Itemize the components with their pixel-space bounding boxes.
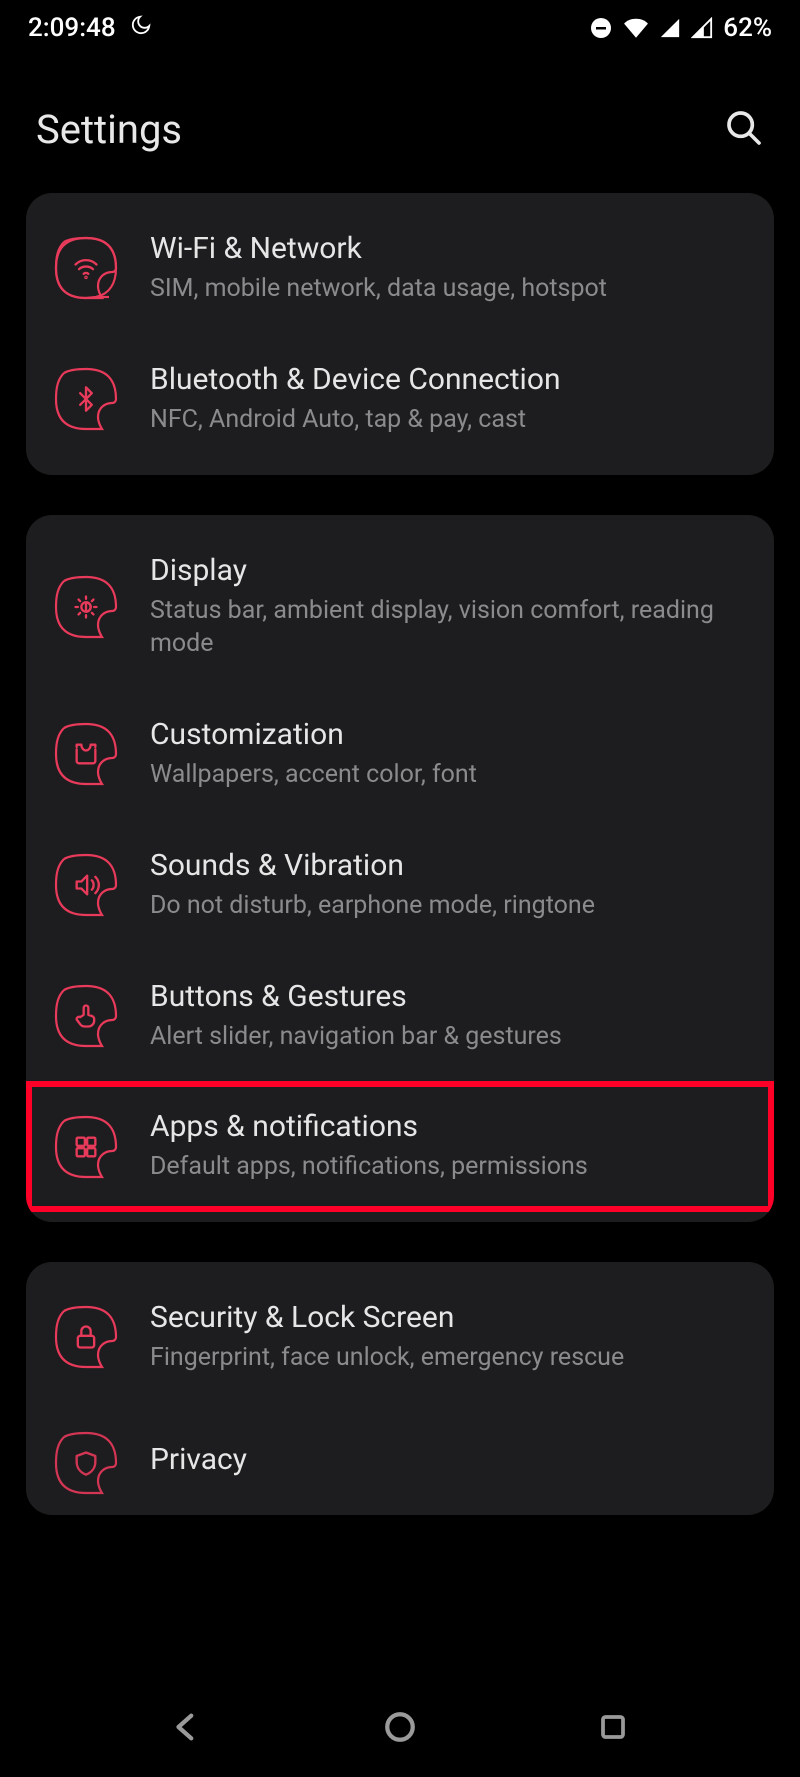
- item-title: Privacy: [150, 1442, 746, 1477]
- nav-recents-button[interactable]: [593, 1707, 633, 1747]
- settings-item-apps[interactable]: Apps & notifications Default apps, notif…: [26, 1081, 774, 1212]
- item-title: Apps & notifications: [150, 1109, 746, 1144]
- search-button[interactable]: [724, 108, 764, 152]
- settings-item-sounds[interactable]: Sounds & Vibration Do not disturb, earph…: [26, 820, 774, 951]
- header: Settings: [0, 56, 800, 193]
- display-icon: [54, 575, 118, 639]
- status-left: 2:09:48: [28, 13, 152, 43]
- signal-icon-1: [659, 17, 681, 39]
- item-subtitle: Do not disturb, earphone mode, ringtone: [150, 889, 746, 923]
- settings-item-privacy[interactable]: Privacy: [26, 1403, 774, 1505]
- settings-group-network: Wi-Fi & Network SIM, mobile network, dat…: [26, 193, 774, 475]
- nav-home-button[interactable]: [380, 1707, 420, 1747]
- settings-group-security: Security & Lock Screen Fingerprint, face…: [26, 1262, 774, 1515]
- content: Wi-Fi & Network SIM, mobile network, dat…: [0, 193, 800, 1515]
- item-subtitle: Status bar, ambient display, vision comf…: [150, 594, 746, 662]
- settings-item-bluetooth[interactable]: Bluetooth & Device Connection NFC, Andro…: [26, 334, 774, 465]
- apps-icon: [54, 1115, 118, 1179]
- wifi-icon: [54, 236, 118, 300]
- settings-item-security[interactable]: Security & Lock Screen Fingerprint, face…: [26, 1272, 774, 1403]
- settings-item-display[interactable]: Display Status bar, ambient display, vis…: [26, 525, 774, 690]
- item-subtitle: Default apps, notifications, permissions: [150, 1150, 746, 1184]
- page-title: Settings: [36, 106, 182, 153]
- gestures-icon: [54, 984, 118, 1048]
- item-title: Sounds & Vibration: [150, 848, 746, 883]
- status-time: 2:09:48: [28, 13, 116, 43]
- settings-item-customization[interactable]: Customization Wallpapers, accent color, …: [26, 689, 774, 820]
- item-title: Display: [150, 553, 746, 588]
- item-subtitle: Alert slider, navigation bar & gestures: [150, 1020, 746, 1054]
- item-title: Bluetooth & Device Connection: [150, 362, 746, 397]
- item-title: Customization: [150, 717, 746, 752]
- signal-icon-2: [691, 17, 713, 39]
- battery-text: 62%: [723, 13, 772, 43]
- item-title: Buttons & Gestures: [150, 979, 746, 1014]
- item-subtitle: Fingerprint, face unlock, emergency resc…: [150, 1341, 746, 1375]
- customization-icon: [54, 722, 118, 786]
- settings-item-gestures[interactable]: Buttons & Gestures Alert slider, navigat…: [26, 951, 774, 1082]
- settings-group-display: Display Status bar, ambient display, vis…: [26, 515, 774, 1223]
- sounds-icon: [54, 853, 118, 917]
- item-title: Wi-Fi & Network: [150, 231, 746, 266]
- navigation-bar: [0, 1677, 800, 1777]
- settings-item-wifi[interactable]: Wi-Fi & Network SIM, mobile network, dat…: [26, 203, 774, 334]
- nav-back-button[interactable]: [167, 1707, 207, 1747]
- dnd-icon: [589, 16, 613, 40]
- status-right: 62%: [589, 13, 772, 43]
- item-title: Security & Lock Screen: [150, 1300, 746, 1335]
- item-subtitle: SIM, mobile network, data usage, hotspot: [150, 272, 746, 306]
- bluetooth-icon: [54, 367, 118, 431]
- item-subtitle: NFC, Android Auto, tap & pay, cast: [150, 403, 746, 437]
- security-icon: [54, 1305, 118, 1369]
- wifi-status-icon: [623, 17, 649, 39]
- privacy-icon: [54, 1431, 118, 1495]
- status-bar: 2:09:48 62%: [0, 0, 800, 56]
- moon-icon: [130, 13, 152, 43]
- item-subtitle: Wallpapers, accent color, font: [150, 758, 746, 792]
